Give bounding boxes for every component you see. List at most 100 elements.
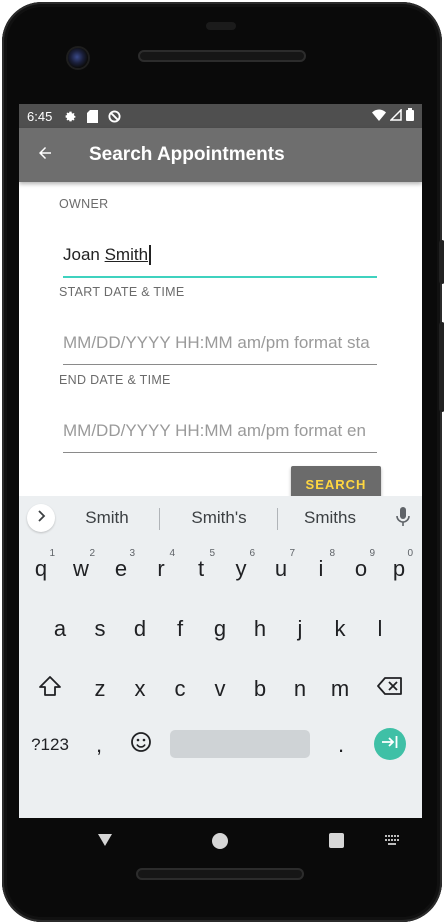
space-key[interactable] (170, 730, 310, 758)
end-label: END DATE & TIME (59, 373, 171, 387)
settings-gear-icon (62, 108, 78, 124)
key-b[interactable]: b (240, 664, 280, 714)
start-placeholder: MM/DD/YYYY HH:MM am/pm format sta (63, 333, 370, 352)
end-placeholder: MM/DD/YYYY HH:MM am/pm format en (63, 421, 366, 440)
key-d[interactable]: d (120, 604, 160, 654)
key-x[interactable]: x (120, 664, 160, 714)
status-bar: 6:45 (19, 104, 422, 128)
key-hint: 4 (169, 548, 175, 559)
key-w[interactable]: w2 (61, 544, 101, 594)
key-label: w (73, 556, 89, 581)
key-z[interactable]: z (80, 664, 120, 714)
microphone-icon[interactable] (396, 507, 410, 532)
do-not-disturb-icon (106, 108, 122, 124)
key-q[interactable]: q1 (21, 544, 61, 594)
recents-square-icon[interactable] (329, 833, 344, 848)
next-field-key[interactable] (374, 728, 406, 760)
wifi-icon (372, 109, 386, 124)
bottom-speaker (136, 868, 304, 880)
front-camera (68, 48, 88, 68)
comma-key[interactable]: , (81, 720, 117, 770)
key-t[interactable]: t5 (181, 544, 221, 594)
key-j[interactable]: j (280, 604, 320, 654)
owner-value: Joan Smith (63, 245, 151, 266)
key-l[interactable]: l (360, 604, 400, 654)
end-datetime-input[interactable]: MM/DD/YYYY HH:MM am/pm format en (63, 412, 377, 450)
shift-icon (38, 675, 62, 703)
soft-keyboard: Smith Smith's Smiths q1 w2 e3 r4 t5 y6 u… (19, 496, 422, 818)
suggestion-1[interactable]: Smith (52, 496, 162, 540)
cell-signal-icon (389, 107, 402, 124)
key-hint: 1 (49, 548, 55, 559)
key-hint: 2 (89, 548, 95, 559)
shift-key[interactable] (29, 664, 71, 714)
key-f[interactable]: f (160, 604, 200, 654)
status-time: 6:45 (27, 108, 53, 124)
key-m[interactable]: m (320, 664, 360, 714)
power-button (439, 322, 444, 412)
chevron-right-icon (35, 509, 47, 527)
app-bar: Search Appointments (19, 128, 422, 182)
key-label: t (197, 556, 205, 581)
key-r[interactable]: r4 (141, 544, 181, 594)
owner-input[interactable]: Joan Smith (63, 236, 377, 274)
owner-underline (63, 276, 377, 278)
key-o[interactable]: o9 (341, 544, 381, 594)
top-speaker (138, 50, 306, 62)
next-field-icon (381, 735, 399, 754)
earpiece (206, 22, 236, 30)
symbols-key[interactable]: ?123 (23, 720, 77, 770)
owner-label: OWNER (59, 197, 109, 211)
key-h[interactable]: h (240, 604, 280, 654)
suggestion-3[interactable]: Smiths (275, 496, 385, 540)
sd-card-icon (84, 108, 100, 124)
back-triangle-icon[interactable] (97, 832, 113, 853)
key-hint: 5 (209, 548, 215, 559)
key-g[interactable]: g (200, 604, 240, 654)
battery-icon (406, 108, 414, 124)
text-caret (149, 245, 151, 266)
key-p[interactable]: p0 (379, 544, 419, 594)
key-a[interactable]: a (40, 604, 80, 654)
key-n[interactable]: n (280, 664, 320, 714)
start-underline (63, 364, 377, 365)
key-label: i (318, 556, 324, 581)
search-form: OWNER Joan Smith START DATE & TIME MM/DD… (19, 182, 422, 498)
suggestion-2[interactable]: Smith's (164, 496, 274, 540)
key-label: q (34, 556, 48, 581)
key-hint: 6 (249, 548, 255, 559)
key-u[interactable]: u7 (261, 544, 301, 594)
backspace-icon (377, 676, 403, 702)
keyboard-switch-icon[interactable] (385, 834, 401, 852)
volume-button (439, 240, 444, 284)
page-title: Search Appointments (89, 144, 285, 165)
owner-value-composing: Smith (104, 244, 149, 264)
key-row-3: z x c v b n m (19, 664, 422, 714)
key-c[interactable]: c (160, 664, 200, 714)
key-e[interactable]: e3 (101, 544, 141, 594)
key-hint: 8 (329, 548, 335, 559)
key-label: o (354, 556, 368, 581)
key-v[interactable]: v (200, 664, 240, 714)
key-hint: 3 (129, 548, 135, 559)
key-i[interactable]: i8 (301, 544, 341, 594)
key-y[interactable]: y6 (221, 544, 261, 594)
suggestion-expand-button[interactable] (27, 504, 55, 532)
arrow-back-icon (36, 144, 54, 167)
backspace-key[interactable] (369, 664, 411, 714)
key-row-1: q1 w2 e3 r4 t5 y6 u7 i8 o9 p0 (19, 544, 422, 594)
key-s[interactable]: s (80, 604, 120, 654)
back-button[interactable] (19, 128, 71, 182)
key-row-2: a s d f g h j k l (19, 604, 422, 654)
screen: 6:45 Search Appointments OWNER Joan Smit… (19, 104, 422, 818)
end-underline (63, 452, 377, 453)
period-key[interactable]: . (321, 720, 361, 770)
system-nav-bar (19, 818, 422, 868)
key-row-4: ?123 , . (19, 720, 422, 770)
suggestion-divider (159, 508, 160, 530)
key-k[interactable]: k (320, 604, 360, 654)
start-datetime-input[interactable]: MM/DD/YYYY HH:MM am/pm format sta (63, 324, 377, 362)
home-circle-icon[interactable] (212, 833, 228, 849)
key-label: u (274, 556, 288, 581)
emoji-key[interactable] (121, 720, 161, 770)
